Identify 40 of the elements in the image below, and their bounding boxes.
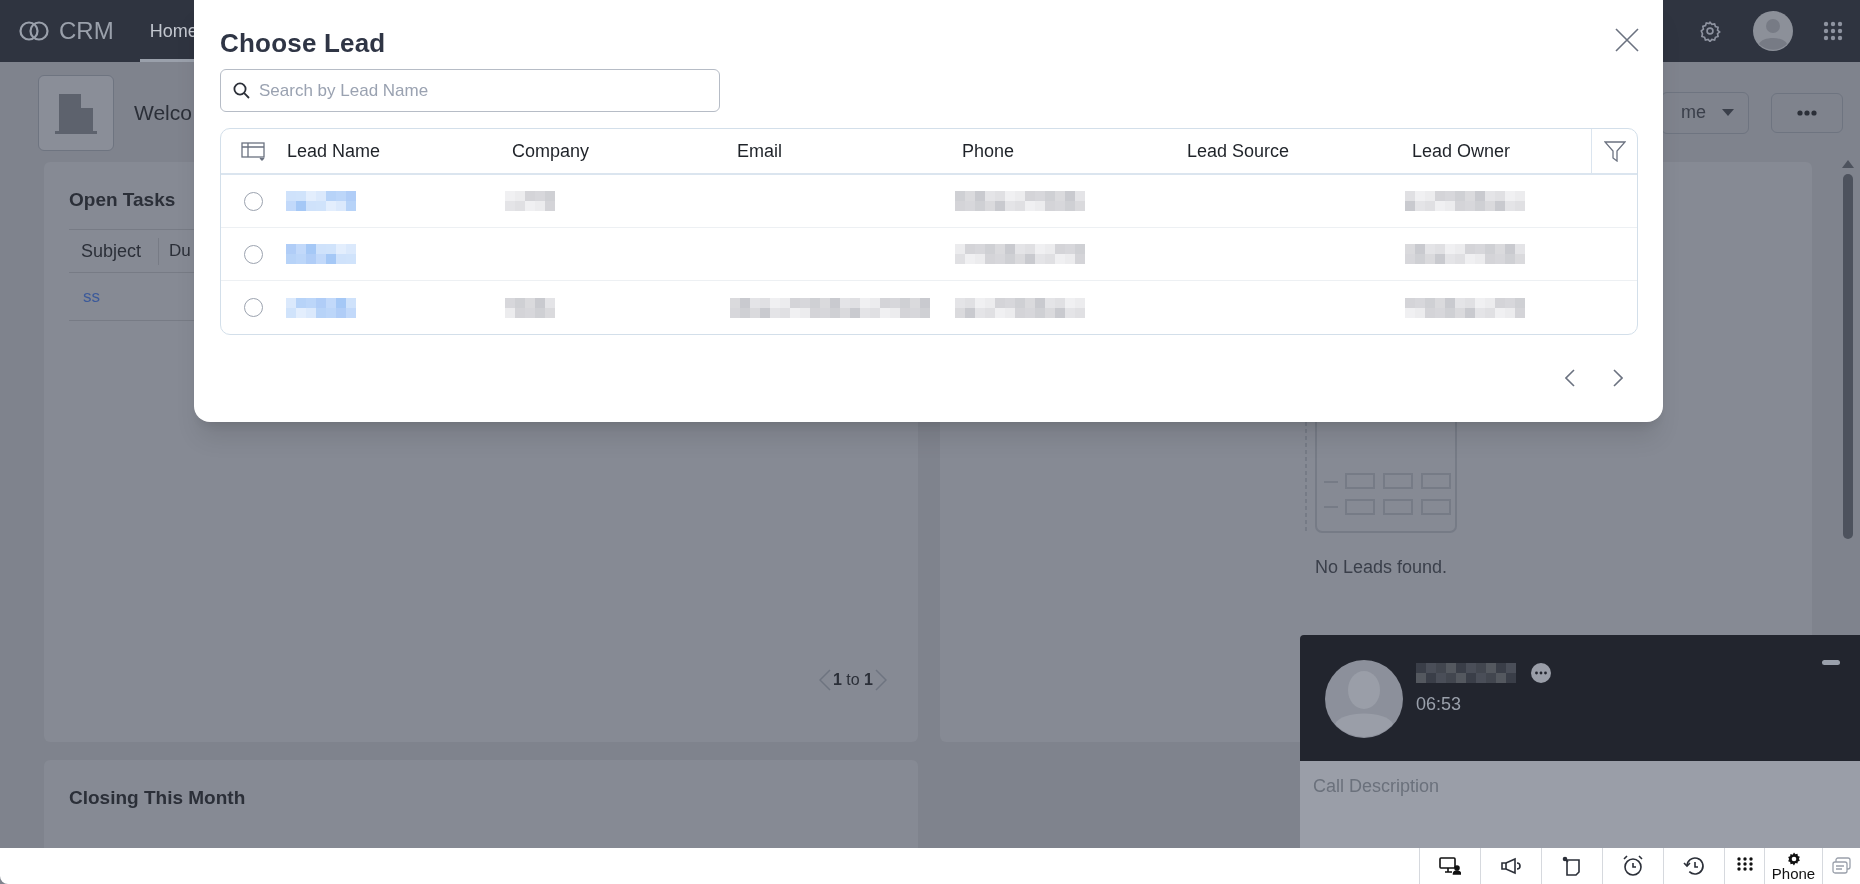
apps-grid-icon[interactable] xyxy=(1823,21,1843,41)
column-header[interactable]: Email xyxy=(736,137,961,165)
more-icon xyxy=(1797,109,1817,116)
megaphone-icon xyxy=(1500,857,1522,875)
avatar[interactable] xyxy=(1753,11,1793,51)
history-icon xyxy=(1683,856,1705,876)
column-header[interactable]: Du xyxy=(159,238,191,264)
chat-stack-icon xyxy=(1831,857,1852,875)
settings-icon[interactable] xyxy=(1699,20,1721,42)
card-title: Open Tasks xyxy=(69,188,176,212)
column-header[interactable]: Phone xyxy=(961,137,1186,165)
column-header[interactable]: Lead Source xyxy=(1186,137,1411,165)
scroll-thumb[interactable] xyxy=(1843,174,1853,539)
column-header[interactable]: Lead Owner xyxy=(1411,137,1571,165)
card-title: Closing This Month xyxy=(69,787,246,808)
phone-button[interactable]: Phone xyxy=(1764,848,1822,884)
logo-icon xyxy=(18,20,50,42)
dialog-title: Choose Lead xyxy=(220,27,386,60)
note-icon xyxy=(1562,856,1582,876)
more-icon[interactable] xyxy=(1530,662,1552,684)
column-header[interactable]: Company xyxy=(511,137,736,165)
welcome-heading: Welco xyxy=(134,99,192,126)
call-timer: 06:53 xyxy=(1416,693,1463,716)
caret-icon xyxy=(1722,109,1734,116)
search-icon xyxy=(233,82,250,99)
column-header[interactable]: Lead Name xyxy=(286,137,511,165)
gear-icon xyxy=(1786,851,1801,866)
column-header[interactable]: Subject xyxy=(69,237,159,265)
app-name: CRM xyxy=(59,16,114,46)
previous-page-icon[interactable] xyxy=(1565,369,1575,387)
monitor-person-icon xyxy=(1439,857,1461,875)
empty-message: No Leads found. xyxy=(1314,556,1448,579)
pagination-text: 1 to 1 xyxy=(832,670,873,690)
close-icon[interactable] xyxy=(1615,28,1639,52)
search-field[interactable]: Search by Lead Name xyxy=(220,69,720,112)
alarm-clock-icon xyxy=(1622,855,1644,877)
minimize-button[interactable] xyxy=(1822,660,1840,665)
column-chooser-icon[interactable] xyxy=(240,141,267,161)
filter-icon[interactable] xyxy=(1603,140,1626,162)
next-page-icon[interactable] xyxy=(1613,369,1623,387)
